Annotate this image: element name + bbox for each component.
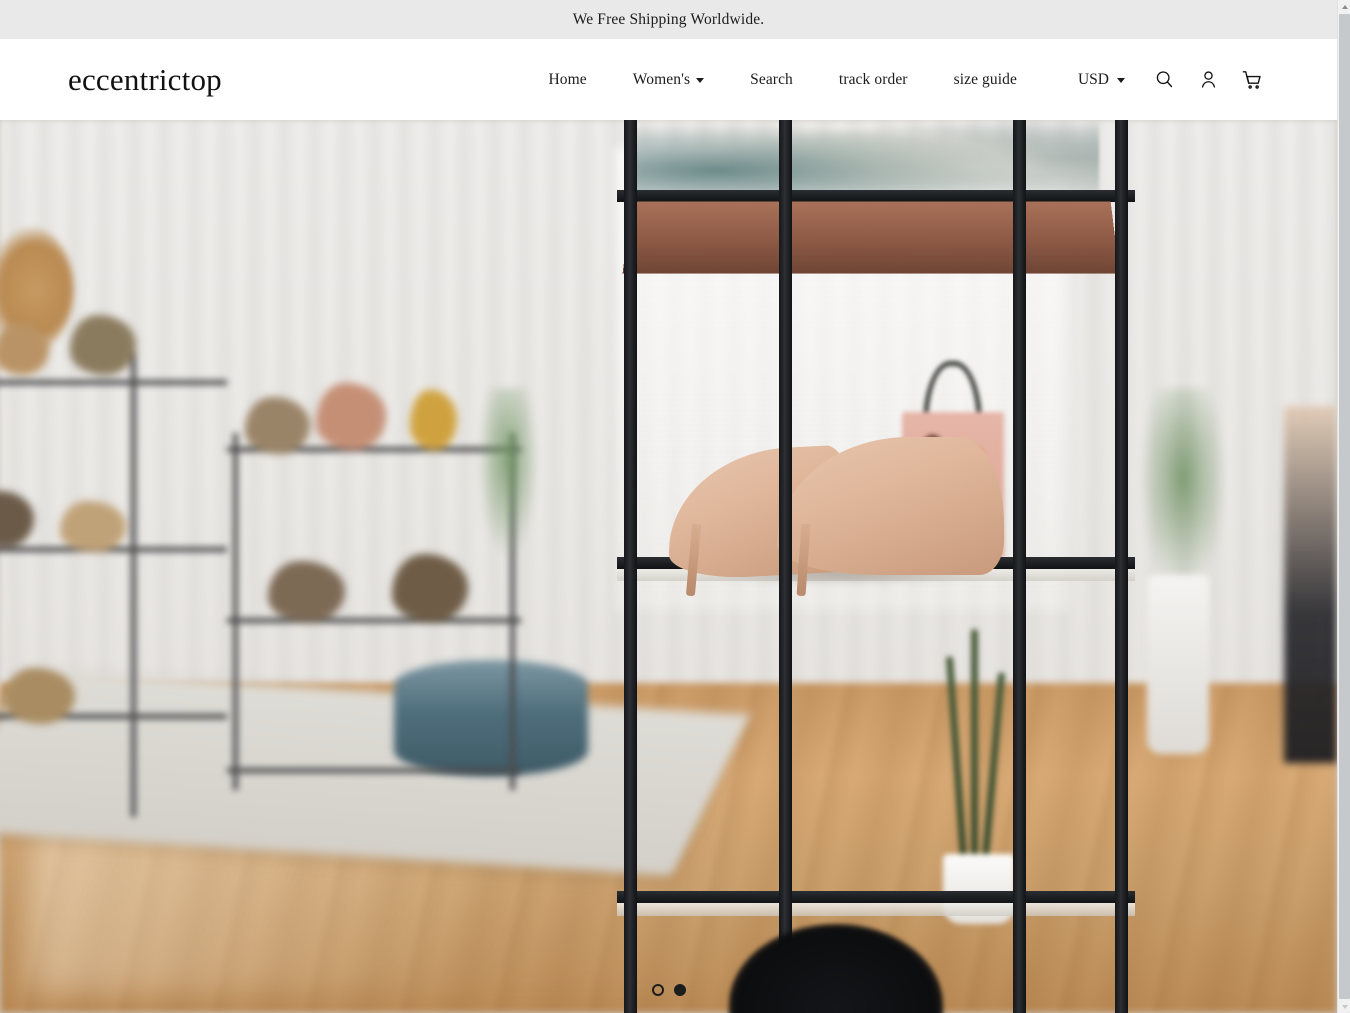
header-icon-group: [1147, 63, 1269, 97]
carousel-dot-2[interactable]: [673, 984, 686, 996]
nude-high-heel-pumps: [664, 431, 1033, 596]
browser-viewport: We Free Shipping Worldwide. eccentrictop…: [0, 0, 1350, 1013]
site-logo[interactable]: eccentrictop: [68, 64, 222, 95]
nav-item-search[interactable]: Search: [727, 65, 816, 95]
search-icon: [1154, 69, 1175, 90]
announcement-bar: We Free Shipping Worldwide.: [0, 0, 1337, 39]
nav-item-label: Home: [548, 70, 587, 88]
main-navigation: Home Women's Search track order size gui…: [525, 65, 1040, 95]
nav-item-label: size guide: [953, 70, 1017, 88]
wooden-shelf-board: [622, 201, 1119, 275]
header-right-group: Home Women's Search track order size gui…: [525, 63, 1269, 97]
chevron-down-icon: [696, 78, 705, 83]
background-plant-right: [1136, 387, 1231, 603]
account-icon: [1198, 69, 1219, 90]
background-mannequin: [1283, 405, 1337, 763]
nav-item-label: track order: [838, 70, 908, 88]
site-header: eccentrictop Home Women's Search track o…: [0, 39, 1337, 120]
currency-label: USD: [1077, 70, 1109, 88]
carousel-dot-1[interactable]: [651, 984, 664, 996]
foreground-shelving-rack: [616, 120, 1135, 1013]
cart-button[interactable]: [1235, 63, 1269, 97]
scrollbar-down-arrow[interactable]: [1338, 1000, 1350, 1013]
nav-item-home[interactable]: Home: [525, 65, 609, 95]
nav-item-label: Women's: [632, 70, 691, 88]
announcement-text: We Free Shipping Worldwide.: [572, 10, 765, 28]
nav-item-track-order[interactable]: track order: [816, 65, 931, 95]
hero-slideshow[interactable]: [0, 120, 1337, 1013]
background-plant-left: [474, 387, 542, 567]
hero-image: [0, 120, 1337, 1013]
search-button[interactable]: [1147, 63, 1181, 97]
cart-icon: [1241, 69, 1263, 91]
currency-selector[interactable]: USD: [1078, 71, 1125, 89]
background-plant-pot: [1147, 575, 1209, 755]
left-display-shelf: [0, 315, 228, 817]
scrollbar-up-arrow[interactable]: [1338, 0, 1350, 13]
nav-item-womens[interactable]: Women's: [610, 65, 727, 95]
page-content: We Free Shipping Worldwide. eccentrictop…: [0, 0, 1337, 1013]
carousel-pagination: [0, 984, 1337, 996]
chevron-down-icon: [1117, 78, 1125, 83]
scrollbar-thumb[interactable]: [1339, 14, 1350, 999]
page-scrollbar[interactable]: [1337, 0, 1350, 1013]
account-button[interactable]: [1191, 63, 1225, 97]
nav-item-size-guide[interactable]: size guide: [931, 65, 1040, 95]
nav-item-label: Search: [750, 70, 793, 88]
